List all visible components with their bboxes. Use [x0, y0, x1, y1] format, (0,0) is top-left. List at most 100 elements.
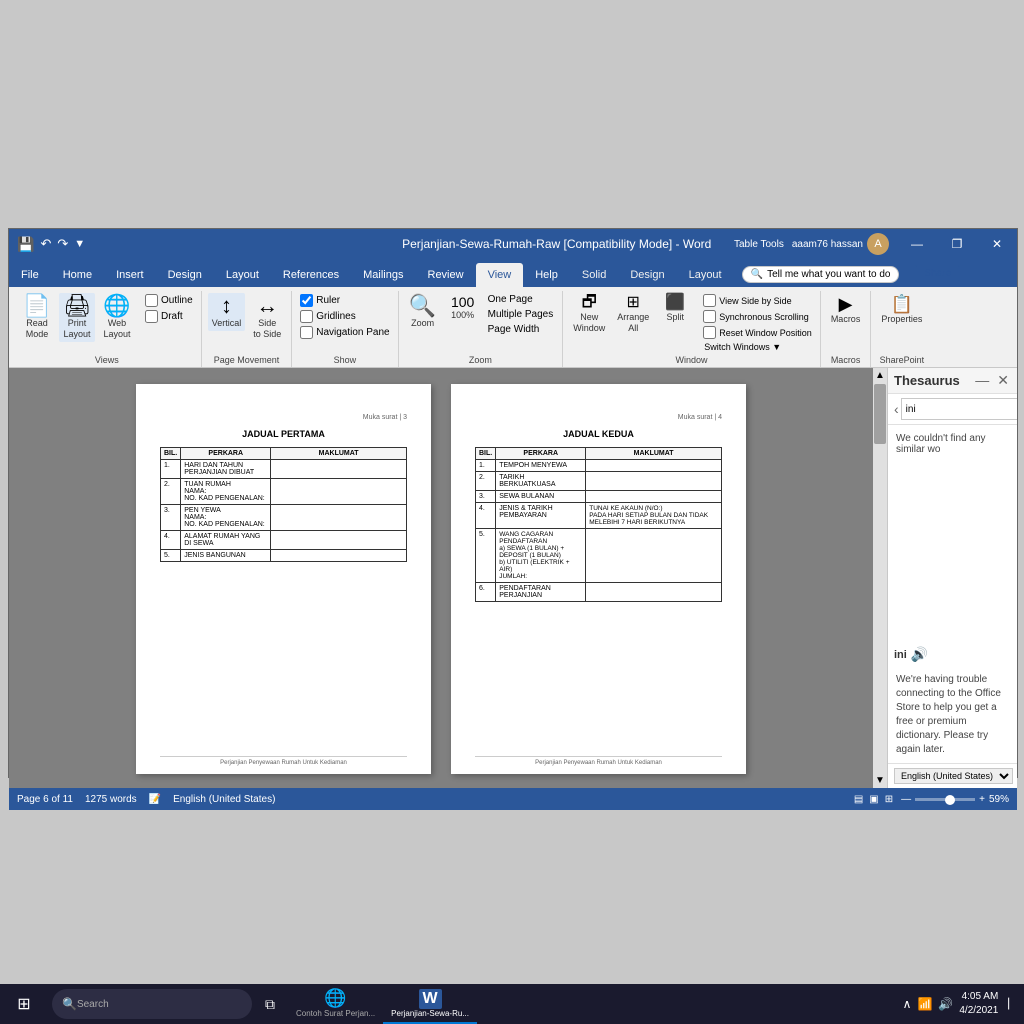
draft-check[interactable]: Draft: [143, 309, 195, 324]
document-area: Muka surat | 3 JADUAL PERTAMA BIL. PERKA…: [9, 368, 1017, 788]
tab-file[interactable]: File: [9, 263, 51, 287]
zoom-thumb: [945, 795, 955, 805]
table-tools-label: Table Tools: [734, 239, 784, 250]
print-layout-button[interactable]: 🖨 PrintLayout: [59, 293, 95, 342]
taskbar-search[interactable]: 🔍 Search: [52, 989, 252, 1019]
split-button[interactable]: ⬛ Split: [657, 293, 693, 336]
vertical-scrollbar[interactable]: ▲ ▼: [873, 368, 887, 788]
ribbon-group-sharepoint: 📋 Properties SharePoint: [871, 291, 932, 367]
word-app-label: Perjanjian-Sewa-Ru...: [391, 1009, 469, 1018]
taskbar-app-word[interactable]: W Perjanjian-Sewa-Ru...: [383, 984, 477, 1024]
tab-solid[interactable]: Solid: [570, 263, 618, 287]
thesaurus-language-dropdown[interactable]: English (United States): [894, 768, 1013, 784]
more-icon[interactable]: ▼: [74, 238, 85, 250]
read-mode-button[interactable]: 📄 ReadMode: [19, 293, 55, 342]
task-view-icon: ⧉: [265, 996, 275, 1013]
username: aaam76 hassan: [792, 239, 863, 250]
network-icon[interactable]: 📶: [917, 997, 932, 1011]
thesaurus-back-icon[interactable]: ‹: [894, 401, 899, 417]
tab-references[interactable]: References: [271, 263, 351, 287]
left-table-header-perkara: PERKARA: [181, 448, 271, 460]
show-desktop-button[interactable]: ▏: [1008, 999, 1016, 1010]
tab-help[interactable]: Help: [523, 263, 570, 287]
close-button[interactable]: ✕: [977, 229, 1017, 259]
redo-icon[interactable]: ↷: [57, 236, 68, 252]
tab-design2[interactable]: Design: [618, 263, 676, 287]
tab-layout[interactable]: Layout: [214, 263, 271, 287]
user-avatar: A: [867, 233, 889, 255]
page-width-button[interactable]: Page Width: [485, 323, 557, 336]
multiple-pages-button[interactable]: Multiple Pages: [485, 308, 557, 321]
macros-button[interactable]: ▶ Macros: [827, 293, 865, 327]
tab-home[interactable]: Home: [51, 263, 104, 287]
taskbar-app-chrome[interactable]: 🌐 Contoh Surat Perjan...: [288, 984, 383, 1024]
switch-windows-button[interactable]: Switch Windows ▼: [701, 341, 814, 353]
view-web-icon[interactable]: ⊞: [885, 794, 893, 805]
task-view-button[interactable]: ⧉: [252, 984, 288, 1024]
arrange-all-button[interactable]: ⊞ ArrangeAll: [613, 293, 653, 336]
tab-layout2[interactable]: Layout: [677, 263, 734, 287]
undo-icon[interactable]: ↶: [40, 236, 51, 252]
side-to-side-label: Sideto Side: [253, 318, 281, 340]
view-side-by-side-check[interactable]: View Side by Side: [701, 293, 814, 308]
outline-check[interactable]: Outline: [143, 293, 195, 308]
tab-design[interactable]: Design: [156, 263, 214, 287]
arrange-all-icon: ⊞: [627, 295, 640, 311]
navigation-pane-check[interactable]: Navigation Pane: [298, 325, 391, 340]
view-read-icon[interactable]: ▤: [854, 794, 863, 805]
vertical-icon: ↕: [221, 295, 232, 317]
tab-insert[interactable]: Insert: [104, 263, 156, 287]
ribbon-group-zoom: 🔍 Zoom 100 100% One Page Multiple Pages …: [399, 291, 564, 367]
taskbar-clock[interactable]: 4:05 AM 4/2/2021: [959, 990, 998, 1018]
new-window-button[interactable]: 🗗 NewWindow: [569, 293, 609, 336]
vertical-button[interactable]: ↕ Vertical: [208, 293, 246, 331]
table-row: 3. PEN YEWANAMA:NO. KAD PENGENALAN:: [161, 505, 407, 531]
synchronous-scrolling-check[interactable]: Synchronous Scrolling: [701, 309, 814, 324]
windows-logo-icon: ⊞: [17, 994, 30, 1014]
share-button[interactable]: Share: [915, 265, 960, 282]
zoom-in-button[interactable]: +: [979, 794, 985, 805]
tab-mailings[interactable]: Mailings: [351, 263, 415, 287]
zoom-slider[interactable]: [915, 798, 975, 801]
scroll-down-button[interactable]: ▼: [873, 773, 887, 788]
zoom-out-button[interactable]: —: [901, 794, 911, 805]
view-mode-icons: ▤ ▣ ⊞: [854, 794, 893, 805]
search-icon: 🔍: [751, 269, 763, 280]
thesaurus-word-display: ini 🔊: [888, 642, 1017, 667]
page-left: Muka surat | 3 JADUAL PERTAMA BIL. PERKA…: [136, 384, 431, 774]
reset-window-check[interactable]: Reset Window Position: [701, 325, 814, 340]
properties-button[interactable]: 📋 Properties: [877, 293, 926, 327]
chrome-icon: 🌐: [324, 988, 346, 1009]
one-page-button[interactable]: One Page: [485, 293, 557, 306]
volume-icon[interactable]: 🔊: [938, 997, 953, 1011]
tab-view[interactable]: View: [476, 263, 524, 287]
scroll-thumb[interactable]: [874, 384, 886, 444]
thesaurus-minimize-button[interactable]: —: [973, 372, 991, 389]
document-scroll-area[interactable]: Muka surat | 3 JADUAL PERTAMA BIL. PERKA…: [9, 368, 873, 788]
thesaurus-search-input[interactable]: [901, 398, 1017, 420]
view-print-icon[interactable]: ▣: [869, 794, 878, 805]
gridlines-check[interactable]: Gridlines: [298, 309, 391, 324]
title-bar-controls: — ❐ ✕: [897, 229, 1017, 259]
minimize-button[interactable]: —: [897, 229, 937, 259]
scroll-up-button[interactable]: ▲: [873, 368, 887, 383]
thesaurus-language-selector: English (United States) ▼: [888, 763, 1017, 788]
tell-me-text: Tell me what you want to do: [767, 269, 890, 280]
side-to-side-button[interactable]: ↔ Sideto Side: [249, 293, 285, 342]
web-layout-button[interactable]: 🌐 WebLayout: [99, 293, 135, 342]
up-arrow-icon[interactable]: ∧: [903, 997, 912, 1011]
ruler-check[interactable]: Ruler: [298, 293, 391, 308]
thesaurus-close-button[interactable]: ✕: [995, 372, 1011, 389]
tell-me-box[interactable]: 🔍 Tell me what you want to do: [742, 266, 900, 283]
left-page-footer: Perjanjian Penyewaan Rumah Untuk Kediama…: [160, 756, 407, 766]
start-button[interactable]: ⊞: [0, 984, 48, 1024]
ribbon-group-views: 📄 ReadMode 🖨 PrintLayout 🌐 WebLayout Out…: [13, 291, 202, 367]
ribbon-content: 📄 ReadMode 🖨 PrintLayout 🌐 WebLayout Out…: [9, 287, 1017, 368]
zoom-icon: 🔍: [409, 295, 436, 317]
ribbon-tabs: File Home Insert Design Layout Reference…: [9, 259, 1017, 287]
restore-button[interactable]: ❐: [937, 229, 977, 259]
zoom-100-button[interactable]: 100 100%: [445, 293, 481, 323]
zoom-button[interactable]: 🔍 Zoom: [405, 293, 441, 331]
thesaurus-sound-button[interactable]: 🔊: [911, 646, 928, 663]
tab-review[interactable]: Review: [416, 263, 476, 287]
